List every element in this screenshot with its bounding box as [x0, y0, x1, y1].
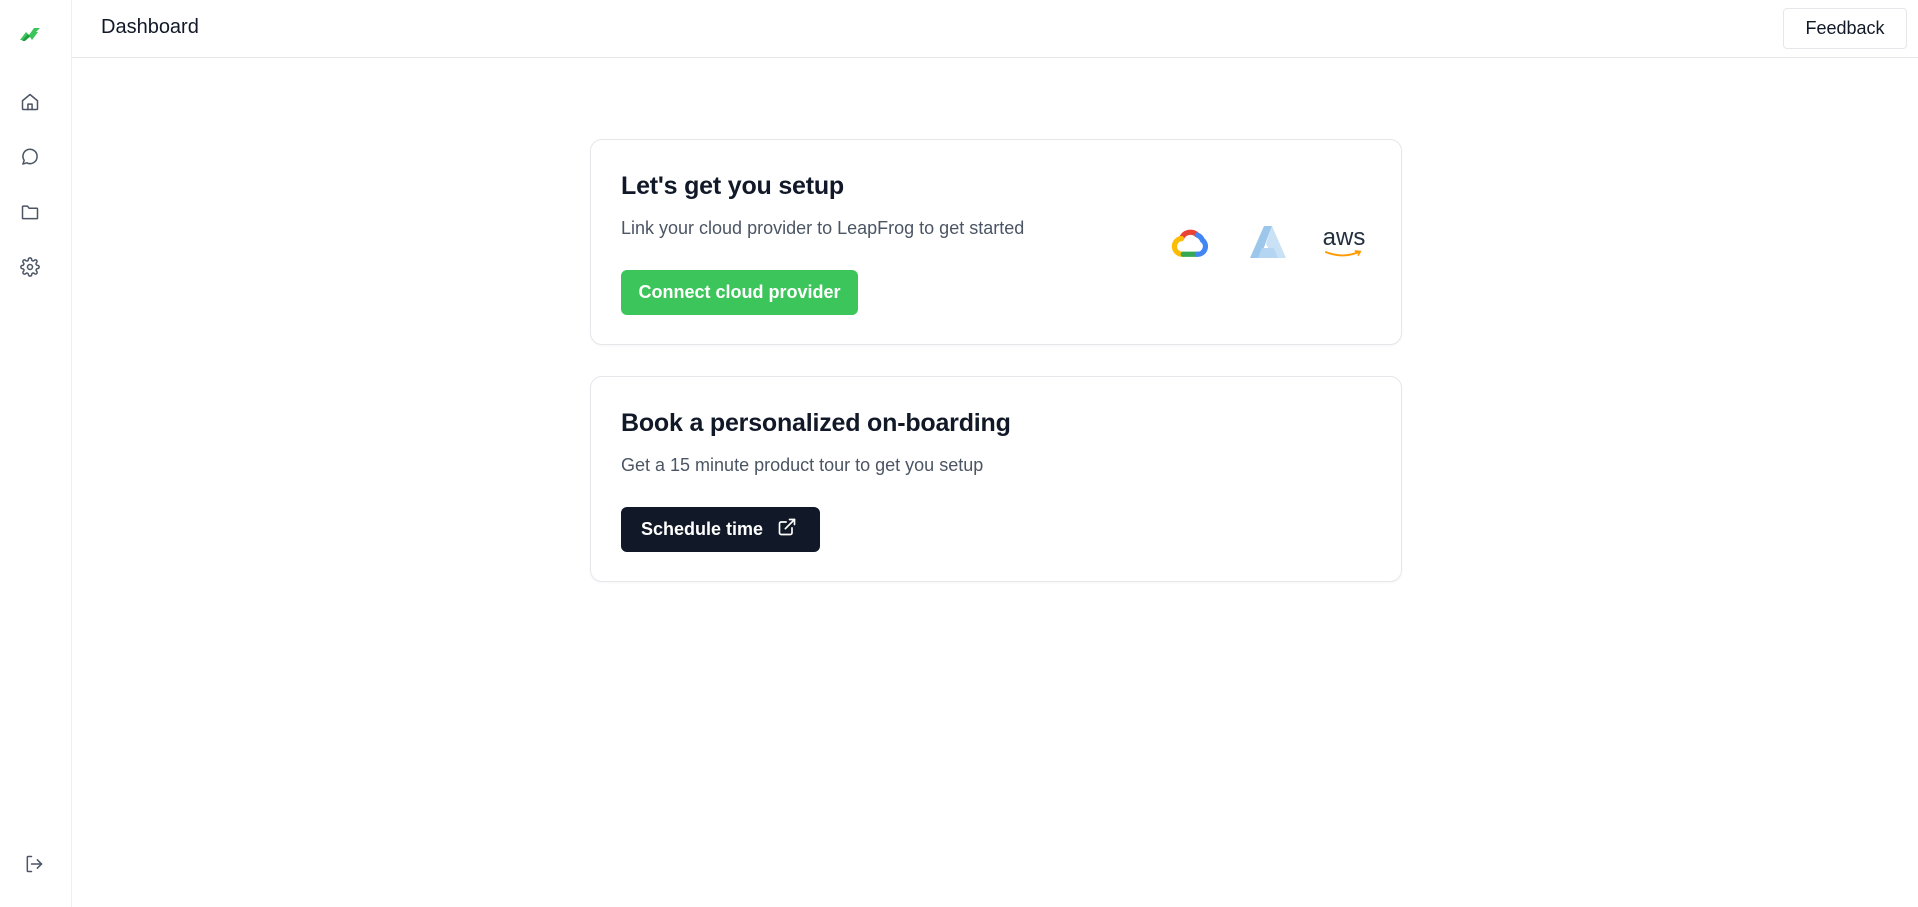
- sidebar: [0, 0, 72, 907]
- google-cloud-icon: [1171, 222, 1213, 262]
- chat-icon: [20, 147, 40, 172]
- logout-icon: [24, 854, 44, 879]
- app-root: Dashboard Feedback Let's get you setup L…: [0, 0, 1918, 907]
- home-icon: [20, 92, 40, 117]
- aws-logo: aws: [1323, 222, 1365, 262]
- leapfrog-logo-icon[interactable]: [18, 24, 42, 44]
- onboarding-card: Book a personalized on-boarding Get a 15…: [590, 376, 1402, 582]
- onboarding-card-title: Book a personalized on-boarding: [621, 409, 1011, 437]
- aws-logo-text: aws: [1322, 224, 1366, 251]
- top-header: Dashboard Feedback: [72, 0, 1918, 58]
- setup-card-title: Let's get you setup: [621, 172, 845, 200]
- gear-icon: [20, 256, 40, 282]
- sidebar-item-home[interactable]: [18, 92, 42, 116]
- logout-button[interactable]: [22, 854, 46, 878]
- page-title: Dashboard: [101, 16, 199, 38]
- folder-icon: [20, 202, 40, 227]
- sidebar-item-chat[interactable]: [18, 147, 42, 171]
- azure-icon: [1247, 222, 1289, 262]
- schedule-time-button[interactable]: Schedule time: [621, 507, 820, 552]
- sidebar-item-settings[interactable]: [18, 256, 42, 282]
- connect-cloud-provider-button[interactable]: Connect cloud provider: [621, 270, 858, 315]
- cloud-provider-logos: aws: [1171, 222, 1365, 262]
- feedback-button[interactable]: Feedback: [1783, 8, 1907, 49]
- onboarding-card-description: Get a 15 minute product tour to get you …: [621, 455, 984, 475]
- schedule-time-label: Schedule time: [641, 519, 764, 539]
- aws-smile-icon: [1324, 250, 1362, 257]
- setup-card: Let's get you setup Link your cloud prov…: [590, 139, 1402, 345]
- sidebar-item-folder[interactable]: [18, 202, 42, 226]
- setup-card-description: Link your cloud provider to LeapFrog to …: [621, 218, 1025, 238]
- external-link-icon: [777, 517, 797, 542]
